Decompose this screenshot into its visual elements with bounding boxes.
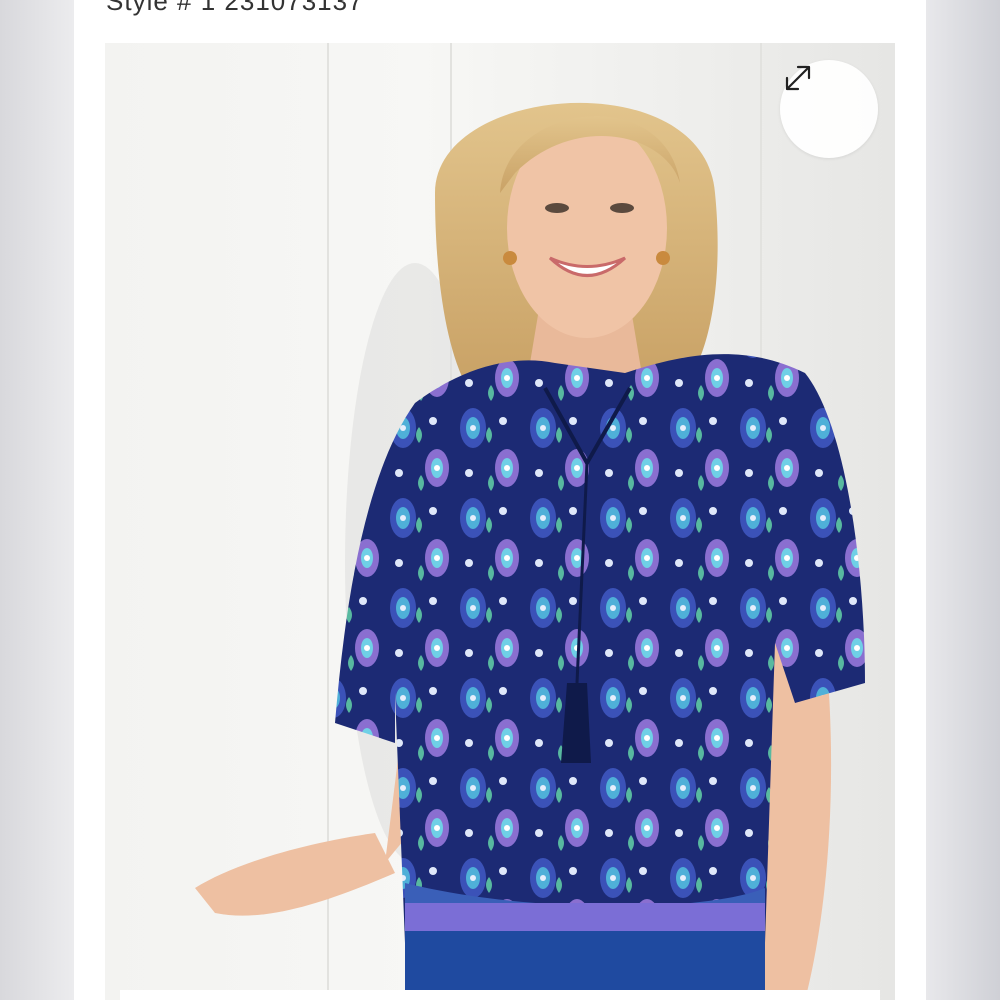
left-backdrop	[0, 0, 74, 1000]
expand-image-button[interactable]	[780, 60, 878, 158]
bottom-panel-edge	[120, 990, 880, 1000]
product-page: Style # 1 231073137	[74, 0, 926, 1000]
right-backdrop	[926, 0, 1000, 1000]
style-number: Style # 1 231073137	[106, 0, 364, 16]
expand-arrows-icon	[785, 65, 811, 91]
model-illustration	[195, 102, 865, 1000]
product-image[interactable]	[105, 43, 895, 1000]
